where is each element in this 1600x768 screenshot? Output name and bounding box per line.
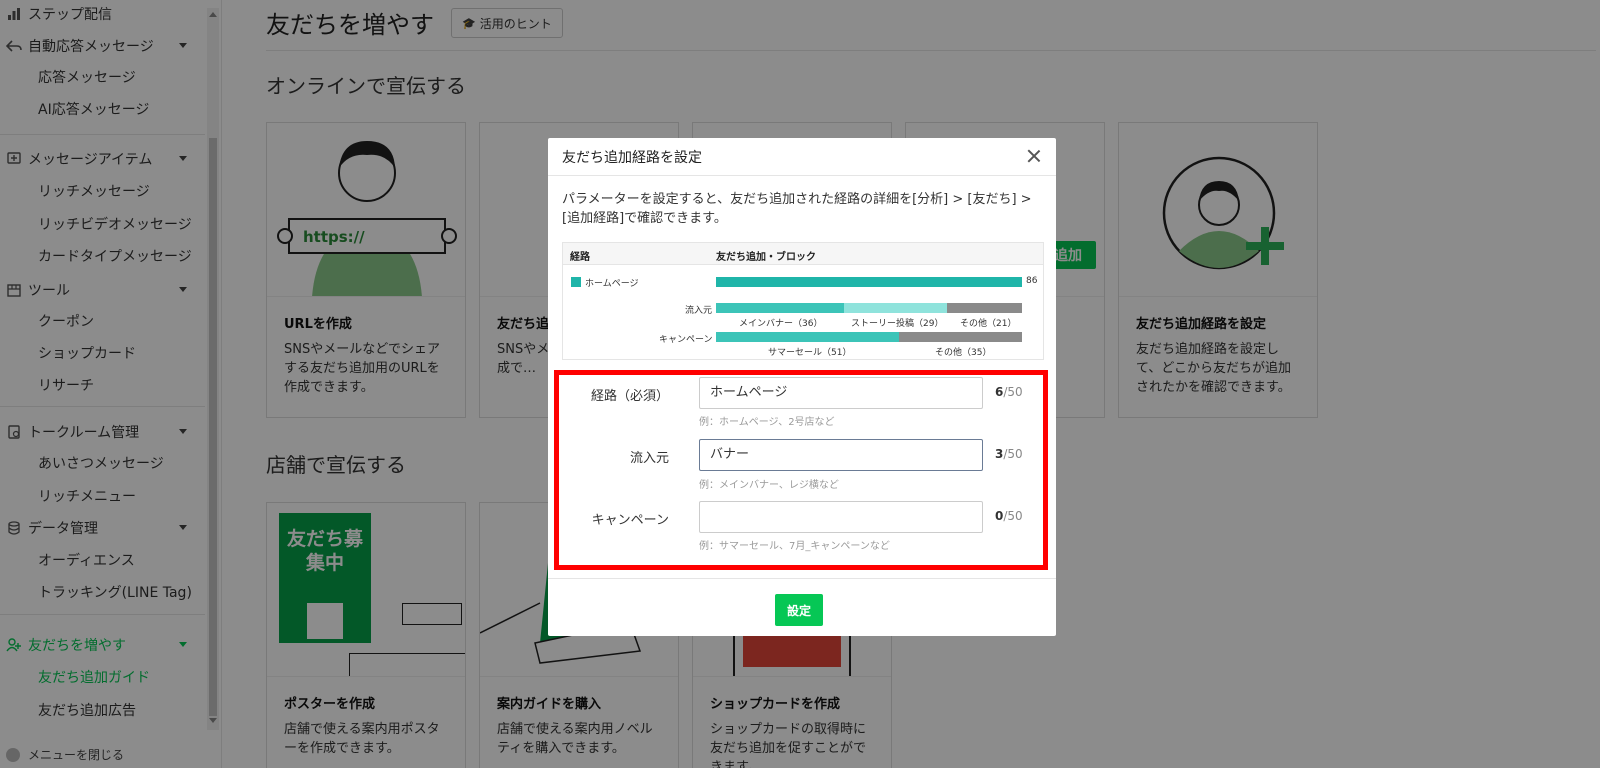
- route-input[interactable]: ホームページ: [699, 377, 983, 409]
- route-char-count: 6/50: [995, 385, 1023, 399]
- close-icon[interactable]: [1026, 148, 1042, 164]
- campaign-hint: 例：サマーセール、7月_キャンペーンなど: [699, 541, 890, 552]
- chart-bar-banner: [716, 303, 844, 313]
- chart-header-route: 経路: [570, 252, 590, 263]
- modal-header: 友だち追加経路を設定: [548, 138, 1056, 176]
- source-char-count: 3/50: [995, 447, 1023, 461]
- submit-button[interactable]: 設定: [775, 594, 823, 626]
- chart-bar-summer: [716, 332, 899, 342]
- divider: [548, 578, 1056, 579]
- chart-bar-campaign-other: [899, 332, 1022, 342]
- chart-bar-total: [716, 277, 1022, 287]
- source-hint: 例：メインバナー、レジ横など: [699, 480, 839, 491]
- chart-label-campaign-other: その他（35）: [935, 348, 992, 358]
- set-route-modal: 友だち追加経路を設定 パラメーターを設定すると、友だち追加された経路の詳細を[分…: [548, 138, 1056, 636]
- modal-title: 友だち追加経路を設定: [562, 149, 702, 166]
- chart-label-story: ストーリー投稿（29）: [851, 319, 944, 329]
- chart-label-banner: メインバナー（36）: [739, 319, 823, 329]
- field-label-campaign: キャンペーン: [591, 513, 669, 528]
- chart-header-metric: 友だち追加・ブロック: [716, 252, 816, 263]
- chart-bar-other: [947, 303, 1022, 313]
- field-label-route: 経路（必須）: [590, 389, 669, 404]
- chart-source-label: 流入元: [685, 306, 713, 316]
- field-label-source: 流入元: [629, 451, 669, 466]
- chart-label-other: その他（21）: [960, 319, 1017, 329]
- legend-swatch: [571, 277, 581, 287]
- chart-header: 経路 友だち追加・ブロック: [563, 243, 1043, 265]
- route-hint: 例：ホームページ、2号店など: [699, 417, 835, 428]
- route-preview-chart: 経路 友だち追加・ブロック ホームページ 86 流入元 メインバナー（36） ス…: [562, 242, 1044, 360]
- chart-label-summer: サマーセール（51）: [768, 348, 852, 358]
- chart-campaign-label: キャンペーン: [659, 335, 713, 345]
- highlight-box: 経路（必須） ホームページ 6/50 例：ホームページ、2号店など 流入元 バナ…: [554, 370, 1048, 570]
- chart-row-label: ホームページ: [585, 279, 639, 289]
- campaign-char-count: 0/50: [995, 509, 1023, 523]
- modal-description: パラメーターを設定すると、友だち追加された経路の詳細を[分析] > [友だち] …: [562, 192, 1032, 226]
- chart-bar-story: [844, 303, 947, 313]
- chart-total-value: 86: [1026, 276, 1038, 286]
- campaign-input[interactable]: [699, 501, 983, 533]
- source-input[interactable]: バナー: [699, 439, 983, 471]
